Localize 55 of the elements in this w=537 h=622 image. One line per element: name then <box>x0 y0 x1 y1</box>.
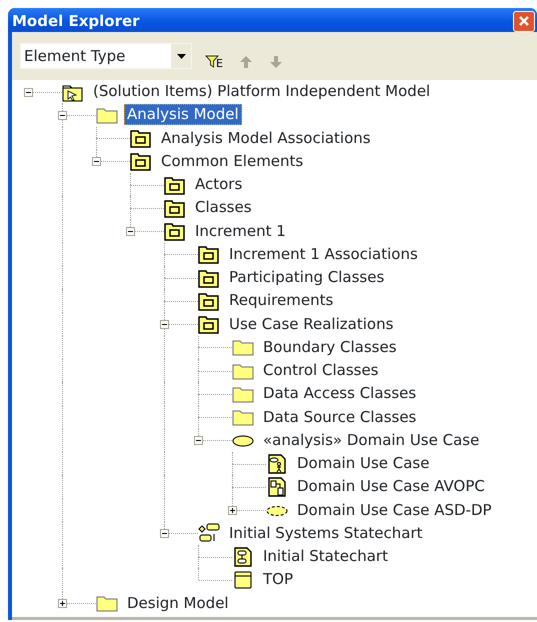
package-icon <box>198 244 220 264</box>
expander-toggle[interactable] <box>92 157 101 166</box>
tree-item-label[interactable]: Domain Use Case <box>294 453 432 474</box>
tree-item-label[interactable]: Classes <box>192 197 255 218</box>
tree-item-label[interactable]: Use Case Realizations <box>226 314 396 335</box>
tree-item-label[interactable]: Design Model <box>124 592 232 614</box>
tree-item-label[interactable]: Increment 1 Associations <box>226 244 421 265</box>
package-icon <box>164 221 186 242</box>
package-icon <box>198 268 220 288</box>
expander-toggle[interactable] <box>194 436 203 446</box>
expander-toggle[interactable] <box>58 110 67 120</box>
element-type-dropdown[interactable]: Element Type <box>20 43 192 69</box>
diagram-icon <box>232 546 254 567</box>
package-icon <box>164 198 186 218</box>
tree-item-label[interactable]: Analysis Model <box>124 104 242 126</box>
tree-item-label[interactable]: (Solution Items) Platform Independent Model <box>90 81 434 102</box>
tree-item-label[interactable]: Increment 1 <box>192 220 289 242</box>
tree-item-label[interactable]: Domain Use Case AVOPC <box>294 476 488 498</box>
tree-item-label[interactable]: Boundary Classes <box>260 336 400 358</box>
tree-item-label[interactable]: Data Source Classes <box>260 406 420 428</box>
diagram-icon <box>266 476 288 497</box>
up-arrow-icon <box>238 55 253 69</box>
tree-item-label[interactable]: Participating Classes <box>226 267 388 288</box>
package-icon <box>164 174 186 195</box>
expander-toggle[interactable] <box>160 320 169 330</box>
expander-toggle[interactable] <box>126 227 135 236</box>
tree-item-label[interactable]: Analysis Model Associations <box>158 128 374 149</box>
state-icon <box>232 570 254 590</box>
expander-toggle[interactable] <box>58 599 67 608</box>
tree-item-label[interactable]: Initial Statechart <box>260 546 391 568</box>
package-icon <box>130 128 152 148</box>
close-button[interactable] <box>513 10 535 32</box>
tree-item-label[interactable]: Actors <box>192 174 246 196</box>
package-icon <box>198 314 220 334</box>
caret-icon <box>176 54 186 58</box>
tree-item-label[interactable]: Common Elements <box>158 150 306 172</box>
close-icon <box>518 15 530 27</box>
expander-toggle[interactable] <box>24 88 33 97</box>
expander-toggle[interactable] <box>228 506 237 516</box>
tree-item-label[interactable]: «analysis» Domain Use Case <box>260 430 482 451</box>
tree-item-label[interactable]: TOP <box>260 569 296 590</box>
package-icon <box>130 151 152 172</box>
package-icon <box>198 290 220 311</box>
statechart-icon <box>198 523 220 544</box>
filter-button[interactable]: E <box>202 43 226 69</box>
window-title: Model Explorer <box>12 10 140 32</box>
down-arrow-icon <box>268 55 283 69</box>
filter-icon <box>205 55 219 69</box>
tree-item-label[interactable]: Domain Use Case ASD-DP <box>294 500 495 521</box>
expander-toggle[interactable] <box>160 529 169 538</box>
tree-item-label[interactable]: Initial Systems Statechart <box>226 522 426 544</box>
tree-item-label[interactable]: Requirements <box>226 290 336 312</box>
tree-item-label[interactable]: Data Access Classes <box>260 383 420 404</box>
diagram-icon <box>266 454 288 474</box>
tree-item-label[interactable]: Control Classes <box>260 360 382 382</box>
